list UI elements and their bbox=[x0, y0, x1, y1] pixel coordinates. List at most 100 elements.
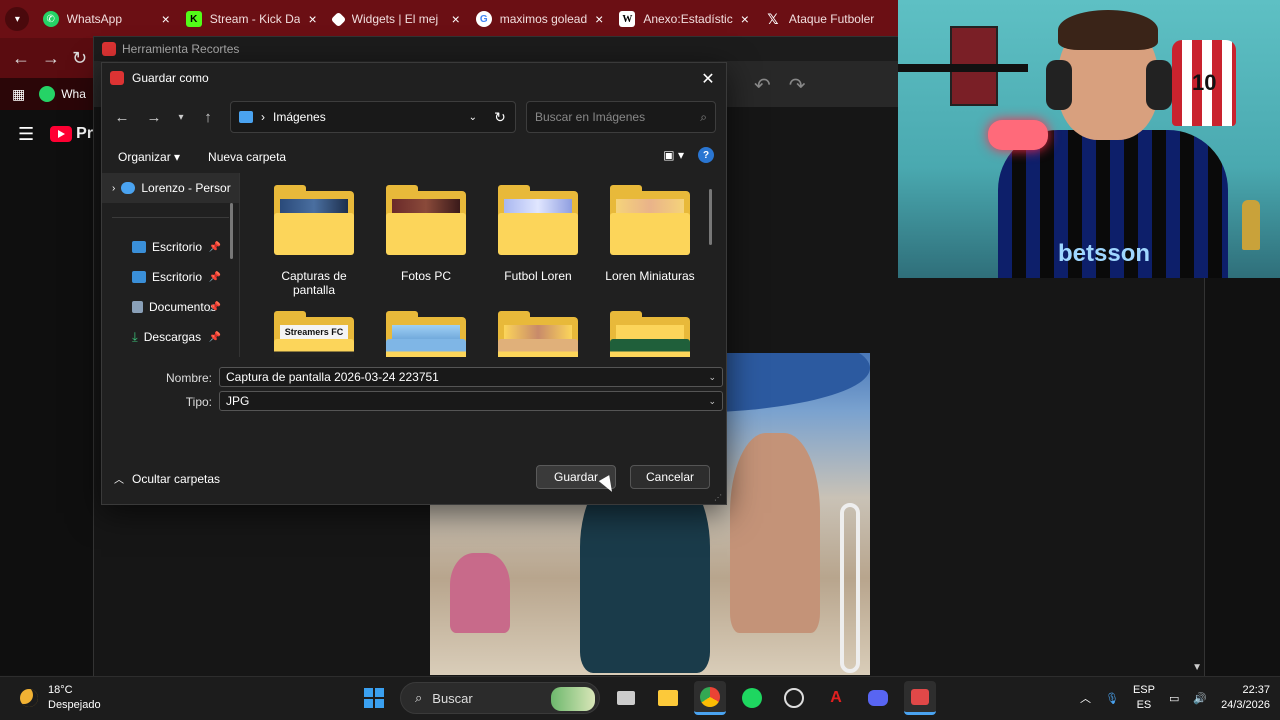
youtube-header: ☰ Pre bbox=[0, 118, 102, 150]
folder-name: Fotos PC bbox=[400, 269, 451, 283]
search-field[interactable]: ⌕ bbox=[526, 101, 716, 133]
snipping-tool-icon bbox=[102, 42, 116, 56]
nav-item-desktop[interactable]: Escritorio 📌 bbox=[102, 232, 239, 262]
folder-icon: Streamers FC bbox=[274, 311, 354, 357]
folder-icon bbox=[386, 311, 466, 357]
chevron-down-icon[interactable]: ⌄ bbox=[469, 112, 477, 123]
chevron-right-icon[interactable]: › bbox=[112, 183, 115, 194]
address-bar[interactable]: › Imágenes ⌄ ↻ bbox=[230, 101, 516, 133]
file-explorer-icon[interactable] bbox=[652, 681, 684, 715]
browser-tab[interactable]: ✆ WhatsApp × bbox=[35, 0, 178, 38]
nav-item-desktop[interactable]: Escritorio 📌 bbox=[102, 262, 239, 292]
nav-item-downloads[interactable]: ⤓ Descargas 📌 bbox=[102, 322, 239, 352]
chevron-up-icon[interactable]: ︿ bbox=[1080, 690, 1091, 706]
discord-icon[interactable] bbox=[862, 681, 894, 715]
folder-item[interactable] bbox=[600, 311, 700, 357]
windows-icon bbox=[364, 688, 384, 708]
moon-icon bbox=[20, 689, 38, 707]
filetype-value: JPG bbox=[226, 394, 250, 408]
nav-item-label: Escritorio bbox=[152, 240, 203, 254]
jersey-shape: 10 bbox=[1172, 40, 1236, 126]
spotify-icon[interactable] bbox=[736, 681, 768, 715]
close-icon[interactable]: × bbox=[741, 11, 749, 27]
view-options-icon[interactable]: ▣ ▾ bbox=[663, 148, 684, 162]
close-icon[interactable]: × bbox=[162, 11, 170, 27]
clock[interactable]: 22:37 24/3/2026 bbox=[1221, 683, 1270, 713]
desktop-icon bbox=[132, 271, 146, 283]
resize-grip-icon[interactable]: ⋰ bbox=[714, 493, 722, 502]
undo-icon[interactable]: ↶ bbox=[754, 73, 771, 98]
reload-icon[interactable]: ↻ bbox=[72, 48, 87, 69]
cancel-button[interactable]: Cancelar bbox=[630, 465, 710, 489]
taskbar-search[interactable]: ⌕ Buscar bbox=[400, 682, 600, 714]
browser-tab[interactable]: W Anexo:Estadístic × bbox=[611, 0, 757, 38]
weather-widget[interactable]: 18°C Despejado bbox=[20, 683, 101, 713]
breadcrumb[interactable]: Imágenes bbox=[273, 110, 461, 124]
nav-item-documents[interactable]: Documentos 📌 bbox=[102, 292, 239, 322]
folder-item[interactable] bbox=[488, 311, 588, 357]
back-icon[interactable]: ← bbox=[12, 48, 30, 69]
language-indicator[interactable]: ESP ES bbox=[1133, 683, 1155, 713]
tab-search-button[interactable]: ▾ bbox=[0, 0, 35, 38]
chrome-icon[interactable] bbox=[694, 681, 726, 715]
up-icon[interactable]: ↑ bbox=[192, 103, 224, 131]
forward-icon[interactable]: → bbox=[42, 48, 60, 69]
close-icon[interactable]: × bbox=[452, 11, 460, 27]
filename-field[interactable]: Captura de pantalla 2026-03-24 223751 ⌄ bbox=[219, 367, 723, 387]
close-icon[interactable]: ✕ bbox=[696, 67, 720, 91]
volume-icon[interactable]: 🔊 bbox=[1193, 692, 1207, 705]
recent-locations-icon[interactable]: ▾ bbox=[170, 103, 192, 131]
whatsapp-icon bbox=[39, 86, 56, 102]
forward-icon[interactable]: → bbox=[138, 103, 170, 131]
documents-icon bbox=[132, 301, 143, 313]
folder-item[interactable]: Fotos PC bbox=[376, 185, 476, 283]
task-view-icon[interactable] bbox=[610, 681, 642, 715]
close-icon[interactable]: × bbox=[308, 11, 316, 27]
obs-icon[interactable] bbox=[778, 681, 810, 715]
search-highlight-image bbox=[551, 687, 595, 711]
person-shape bbox=[730, 433, 820, 633]
weather-condition: Despejado bbox=[48, 699, 101, 711]
back-icon[interactable]: ← bbox=[106, 103, 138, 131]
help-icon[interactable]: ? bbox=[698, 147, 714, 163]
browser-tab[interactable]: 𝕏 Ataque Futboler bbox=[757, 0, 900, 38]
hide-folders-toggle[interactable]: ︿ Ocultar carpetas bbox=[114, 471, 220, 487]
game-app-icon[interactable]: A bbox=[820, 681, 852, 715]
browser-tab[interactable]: G maximos golead × bbox=[468, 0, 612, 38]
folder-item[interactable]: Capturas de pantalla bbox=[264, 185, 364, 297]
microphone-icon[interactable]: 🎙 bbox=[1105, 692, 1119, 705]
headphone-shape bbox=[1146, 60, 1172, 110]
chevron-down-icon[interactable]: ⌄ bbox=[708, 372, 716, 383]
start-button[interactable] bbox=[358, 681, 390, 715]
nav-item-label: Escritorio bbox=[152, 270, 203, 284]
apps-grid-icon[interactable]: ▦ bbox=[12, 86, 25, 103]
browser-tab[interactable]: Widgets | El mej × bbox=[325, 0, 468, 38]
close-icon[interactable]: × bbox=[595, 11, 603, 27]
folder-item[interactable]: Streamers FC bbox=[264, 311, 364, 357]
folder-icon bbox=[610, 311, 690, 357]
search-input[interactable] bbox=[535, 110, 701, 124]
trophy-shape bbox=[1242, 200, 1260, 250]
folder-item[interactable]: Futbol Loren bbox=[488, 185, 588, 283]
bookmark-whatsapp[interactable]: Wha bbox=[39, 86, 86, 102]
network-icon[interactable]: ▭ bbox=[1169, 692, 1179, 705]
refresh-icon[interactable]: ↻ bbox=[485, 109, 515, 126]
folder-item[interactable] bbox=[376, 311, 476, 357]
scrollbar[interactable] bbox=[709, 189, 712, 245]
folder-name: Loren Miniaturas bbox=[605, 269, 695, 283]
scroll-down-icon[interactable]: ▼ bbox=[1192, 662, 1202, 673]
organize-button[interactable]: Organizar ▾ bbox=[118, 150, 180, 164]
browser-tab[interactable]: K Stream - Kick Da × bbox=[178, 0, 325, 38]
hamburger-menu-icon[interactable]: ☰ bbox=[18, 124, 34, 145]
dialog-title: Guardar como bbox=[132, 71, 209, 85]
scrollbar[interactable] bbox=[230, 203, 233, 259]
redo-icon[interactable]: ↷ bbox=[789, 73, 806, 98]
nav-item-onedrive[interactable]: › Lorenzo - Persor bbox=[102, 173, 239, 203]
taskbar: 18°C Despejado ⌕ Buscar A ︿ 🎙 ESP ES ▭ 🔊 bbox=[0, 676, 1280, 720]
new-folder-button[interactable]: Nueva carpeta bbox=[208, 150, 286, 164]
chevron-down-icon[interactable]: ⌄ bbox=[708, 396, 716, 407]
snipping-tool-icon[interactable] bbox=[904, 681, 936, 715]
folder-item[interactable]: Loren Miniaturas bbox=[600, 185, 700, 283]
filetype-select[interactable]: JPG ⌄ bbox=[219, 391, 723, 411]
filename-value[interactable]: Captura de pantalla 2026-03-24 223751 bbox=[226, 370, 708, 384]
